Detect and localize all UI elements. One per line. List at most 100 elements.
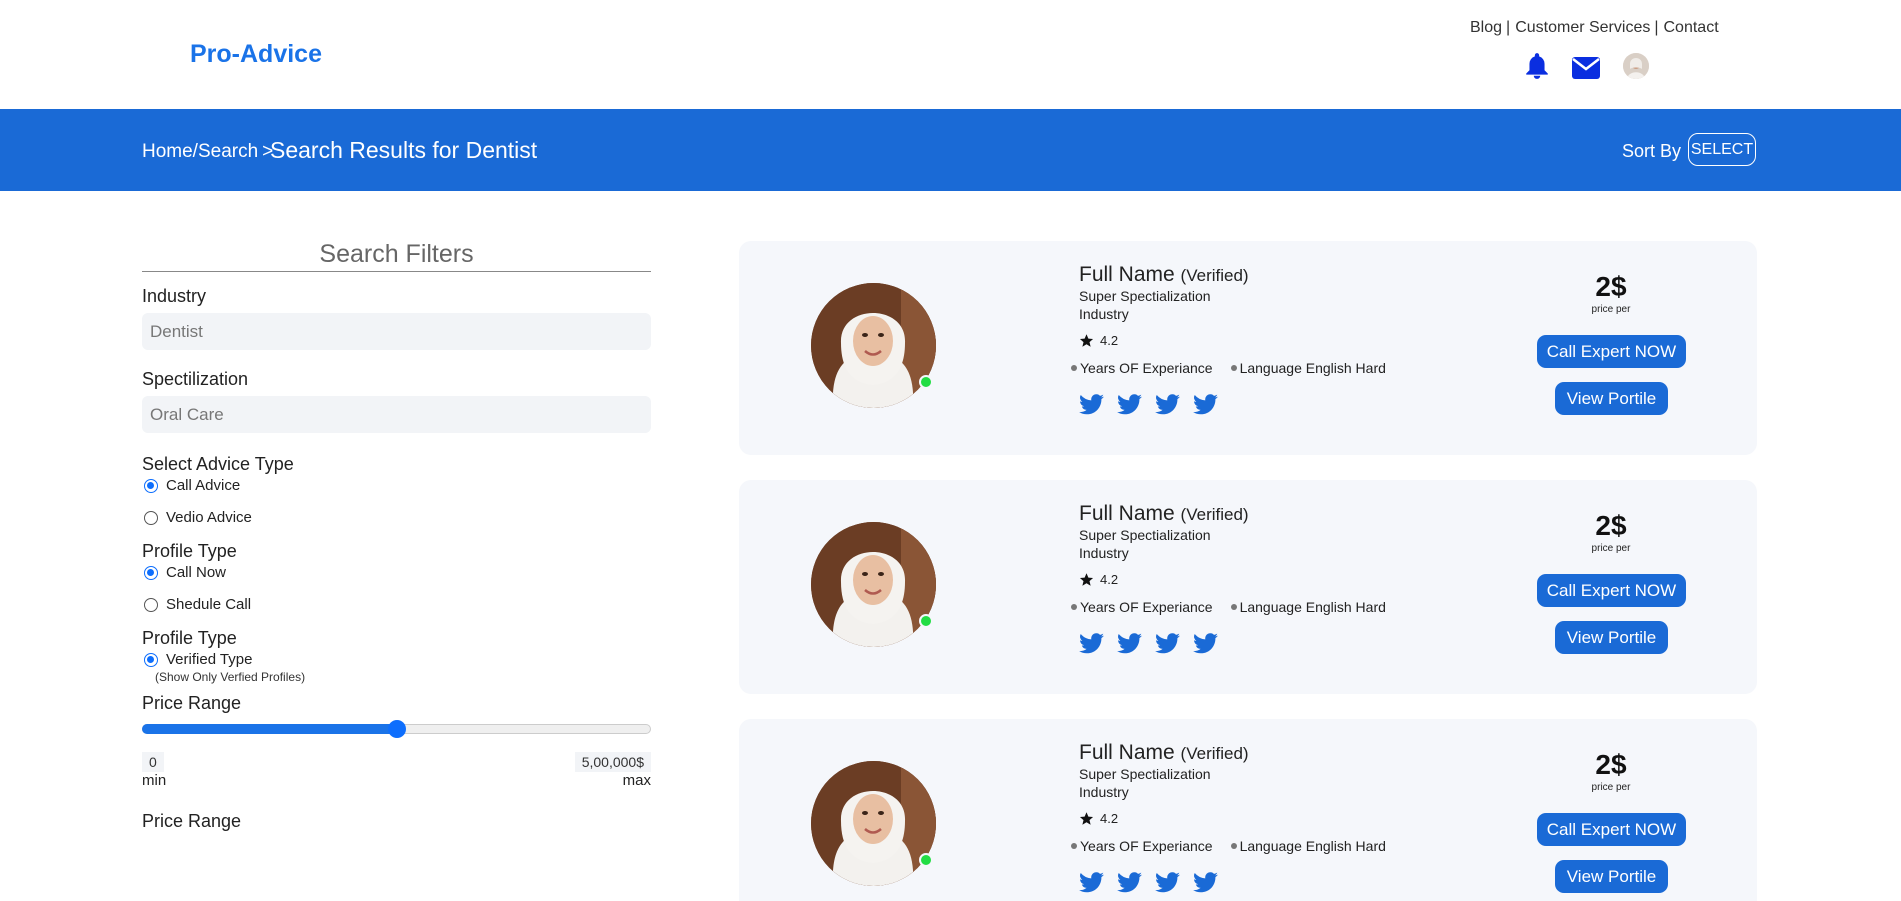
price-max-input[interactable]: 5,00,000$ bbox=[574, 752, 651, 772]
rating-value: 4.2 bbox=[1100, 333, 1119, 348]
expert-name-line: Full Name (Verified) bbox=[1079, 502, 1499, 526]
slider-fill bbox=[142, 724, 397, 734]
industry-input[interactable] bbox=[142, 313, 651, 350]
language-detail: Language English Hard bbox=[1231, 838, 1386, 854]
radio-button[interactable] bbox=[144, 510, 158, 525]
expert-card: Full Name (Verified) Super Spectializati… bbox=[739, 719, 1757, 901]
envelope-icon[interactable] bbox=[1572, 57, 1600, 84]
twitter-icon[interactable] bbox=[1155, 394, 1180, 415]
page-title: Search Results for Dentist bbox=[270, 137, 538, 163]
sort-select-button[interactable]: SELECT bbox=[1688, 133, 1756, 166]
search-filters-panel: Search Filters Industry Spectilization S… bbox=[142, 240, 651, 832]
radio-button[interactable] bbox=[144, 597, 158, 612]
expert-details: Years OF Experiance Language English Har… bbox=[1071, 838, 1499, 854]
verified-tag: (Verified) bbox=[1180, 744, 1249, 763]
twitter-icon[interactable] bbox=[1155, 872, 1180, 893]
radio-video-advice[interactable]: Vedio Advice bbox=[142, 509, 651, 526]
star-icon bbox=[1079, 812, 1094, 825]
specialization-input[interactable] bbox=[142, 396, 651, 433]
industry-label: Industry bbox=[142, 286, 207, 306]
price-range-slider[interactable] bbox=[142, 720, 651, 738]
social-links bbox=[1079, 633, 1499, 654]
expert-industry: Industry bbox=[1079, 306, 1129, 322]
price-amount: 2$ bbox=[1595, 271, 1627, 302]
rating-value: 4.2 bbox=[1100, 811, 1119, 826]
twitter-icon[interactable] bbox=[1193, 633, 1218, 654]
top-nav: Blog | Customer Services | Contact bbox=[1470, 19, 1719, 36]
user-avatar[interactable] bbox=[1623, 53, 1649, 79]
radio-schedule-call[interactable]: Shedule Call bbox=[142, 596, 651, 613]
expert-info: Full Name (Verified) Super Spectializati… bbox=[1079, 263, 1499, 415]
expert-specialization: Super Spectialization bbox=[1079, 288, 1211, 304]
min-label: min bbox=[142, 772, 167, 789]
verified-hint: (Show Only Verfied Profiles) bbox=[155, 670, 306, 684]
expert-name[interactable]: Full Name bbox=[1079, 741, 1175, 764]
verified-tag: (Verified) bbox=[1180, 266, 1249, 285]
language-detail: Language English Hard bbox=[1231, 360, 1386, 376]
expert-price: 2$ price per bbox=[1559, 749, 1663, 793]
expert-name[interactable]: Full Name bbox=[1079, 263, 1175, 286]
radio-button[interactable] bbox=[144, 478, 158, 493]
expert-industry: Industry bbox=[1079, 784, 1129, 800]
brand-logo[interactable]: Pro-Advice bbox=[190, 40, 322, 69]
twitter-icon[interactable] bbox=[1155, 633, 1180, 654]
breadcrumb: Home/Search > bbox=[142, 141, 274, 162]
expert-name-line: Full Name (Verified) bbox=[1079, 263, 1499, 287]
twitter-icon[interactable] bbox=[1117, 872, 1142, 893]
twitter-icon[interactable] bbox=[1079, 872, 1104, 893]
expert-details: Years OF Experiance Language English Har… bbox=[1071, 360, 1499, 376]
expert-card: Full Name (Verified) Super Spectializati… bbox=[739, 480, 1757, 694]
twitter-icon[interactable] bbox=[1117, 633, 1142, 654]
social-links bbox=[1079, 394, 1499, 415]
radio-button[interactable] bbox=[144, 652, 158, 667]
max-label: max bbox=[622, 772, 651, 789]
expert-photo[interactable] bbox=[811, 761, 936, 886]
radio-verified-type[interactable]: Verified Type bbox=[142, 651, 651, 668]
call-expert-button[interactable]: Call Expert NOW bbox=[1537, 574, 1686, 607]
breadcrumb-home-search[interactable]: Home/Search bbox=[142, 141, 258, 162]
experience-detail: Years OF Experiance bbox=[1071, 360, 1213, 376]
view-profile-button[interactable]: View Portile bbox=[1555, 621, 1668, 654]
experience-detail: Years OF Experiance bbox=[1071, 838, 1213, 854]
slider-thumb[interactable] bbox=[387, 720, 406, 738]
expert-photo[interactable] bbox=[811, 283, 936, 408]
price-range-label: Price Range bbox=[142, 693, 242, 713]
expert-price: 2$ price per bbox=[1559, 510, 1663, 554]
price-amount: 2$ bbox=[1595, 510, 1627, 541]
radio-call-advice[interactable]: Call Advice bbox=[142, 477, 651, 494]
expert-price: 2$ price per bbox=[1559, 271, 1663, 315]
twitter-icon[interactable] bbox=[1079, 394, 1104, 415]
radio-call-now[interactable]: Call Now bbox=[142, 564, 651, 581]
expert-specialization: Super Spectialization bbox=[1079, 766, 1211, 782]
price-range-captions: min max bbox=[142, 772, 651, 789]
expert-details: Years OF Experiance Language English Har… bbox=[1071, 599, 1499, 615]
price-unit: price per bbox=[1591, 543, 1631, 554]
star-icon bbox=[1079, 573, 1094, 586]
view-profile-button[interactable]: View Portile bbox=[1555, 860, 1668, 893]
call-expert-button[interactable]: Call Expert NOW bbox=[1537, 813, 1686, 846]
twitter-icon[interactable] bbox=[1193, 872, 1218, 893]
price-min-input[interactable]: 0 bbox=[142, 752, 164, 772]
radio-button[interactable] bbox=[144, 565, 158, 580]
online-status-indicator bbox=[919, 614, 933, 628]
star-icon bbox=[1079, 334, 1094, 347]
nav-link-contact[interactable]: Contact bbox=[1664, 19, 1719, 36]
twitter-icon[interactable] bbox=[1193, 394, 1218, 415]
price-range-values: 0 5,00,000$ bbox=[142, 752, 651, 772]
twitter-icon[interactable] bbox=[1117, 394, 1142, 415]
specialization-label: Spectilization bbox=[142, 369, 249, 389]
expert-name[interactable]: Full Name bbox=[1079, 502, 1175, 525]
expert-info: Full Name (Verified) Super Spectializati… bbox=[1079, 502, 1499, 654]
top-header: Pro-Advice Blog | Customer Services | Contac… bbox=[0, 0, 1901, 109]
bell-icon[interactable] bbox=[1524, 52, 1550, 85]
price-amount: 2$ bbox=[1595, 749, 1627, 780]
expert-photo[interactable] bbox=[811, 522, 936, 647]
expert-card: Full Name (Verified) Super Spectializati… bbox=[739, 241, 1757, 455]
twitter-icon[interactable] bbox=[1079, 633, 1104, 654]
expert-name-line: Full Name (Verified) bbox=[1079, 741, 1499, 765]
call-expert-button[interactable]: Call Expert NOW bbox=[1537, 335, 1686, 368]
nav-link-customer-services[interactable]: Customer Services bbox=[1515, 19, 1650, 36]
nav-link-blog[interactable]: Blog bbox=[1470, 19, 1502, 36]
view-profile-button[interactable]: View Portile bbox=[1555, 382, 1668, 415]
price-unit: price per bbox=[1591, 304, 1631, 315]
